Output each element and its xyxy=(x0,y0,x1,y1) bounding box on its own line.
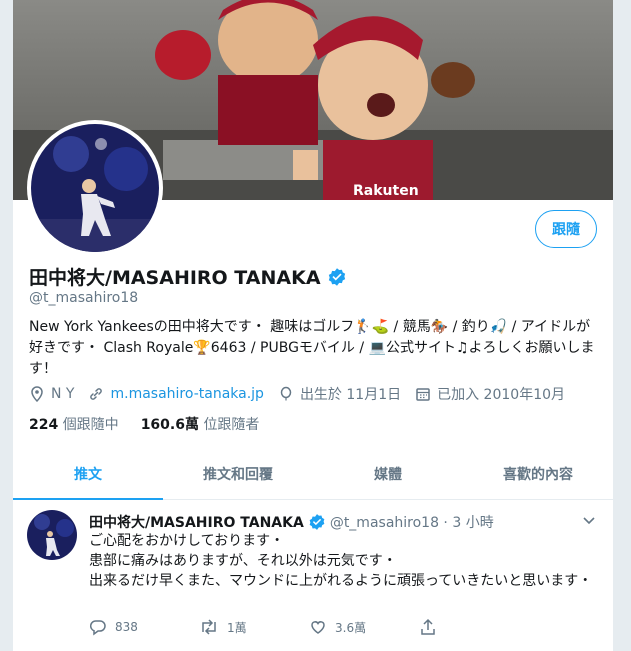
verified-badge-icon xyxy=(309,514,325,530)
retweet-button[interactable]: 1萬 xyxy=(199,618,309,636)
tweet-avatar[interactable] xyxy=(27,510,77,560)
tweet-text: ご心配をおかけしております・ 患部に痛みはありますが、それ以外は元気です・ 出来… xyxy=(89,531,599,591)
retweet-count: 1萬 xyxy=(227,620,247,635)
share-icon xyxy=(421,618,435,635)
followers-stat[interactable]: 160.6萬 位跟隨者 xyxy=(141,414,260,434)
tweet-actions: 838 1萬 3.6萬 xyxy=(89,618,529,636)
tweet-handle-time[interactable]: @t_masahiro18 · 3 小時 xyxy=(330,512,494,532)
profile-page: Rakuten 跟隨 田中将大/MASAHIRO TANAKA @t_masah… xyxy=(12,0,614,651)
tab-likes[interactable]: 喜歡的內容 xyxy=(463,449,613,499)
location-item: N Y xyxy=(29,386,74,402)
birthday-item: 出生於 11月1日 xyxy=(278,384,401,404)
reply-icon xyxy=(89,620,106,636)
like-button[interactable]: 3.6萬 xyxy=(309,618,419,636)
joined-text: 已加入 2010年10月 xyxy=(437,387,566,403)
calendar-icon xyxy=(416,388,430,401)
profile-display-name: 田中将大/MASAHIRO TANAKA xyxy=(29,267,321,289)
svg-text:Rakuten: Rakuten xyxy=(353,183,419,199)
balloon-icon xyxy=(280,386,292,401)
tweet-line: ご心配をおかけしております・ xyxy=(89,533,285,549)
profile-meta: N Y m.masahiro-tanaka.jp 出生於 11月1日 已加入 2… xyxy=(29,384,579,404)
tweet-line: 患部に痛みはありますが、それ以外は元気です・ xyxy=(89,553,397,569)
profile-bio: New York Yankeesの田中将大です・ 趣味はゴルフ🏌⛳ / 競馬🏇 … xyxy=(29,319,595,377)
profile-tabs: 推文 推文和回覆 媒體 喜歡的內容 xyxy=(13,449,613,500)
followers-label: 位跟隨者 xyxy=(203,417,260,433)
tweet[interactable]: 田中将大/MASAHIRO TANAKA @t_masahiro18 · 3 小… xyxy=(13,500,613,651)
follow-button[interactable]: 跟隨 xyxy=(535,210,597,248)
heart-icon xyxy=(311,621,325,634)
chevron-down-icon[interactable] xyxy=(581,512,597,528)
website-item[interactable]: m.masahiro-tanaka.jp xyxy=(88,386,264,402)
share-button[interactable] xyxy=(419,618,529,636)
followers-count: 160.6萬 xyxy=(140,417,199,433)
profile-name-row: 田中将大/MASAHIRO TANAKA xyxy=(29,263,347,290)
like-count: 3.6萬 xyxy=(335,620,367,635)
tweet-line: 出来るだけ早くまた、マウンドに上がれるように頑張っていきたいと思います・ xyxy=(89,573,593,589)
tweet-header: 田中将大/MASAHIRO TANAKA @t_masahiro18 · 3 小… xyxy=(89,512,494,532)
tab-tweets-replies[interactable]: 推文和回覆 xyxy=(163,449,313,499)
location-pin-icon xyxy=(31,386,43,402)
reply-button[interactable]: 838 xyxy=(89,618,199,636)
tab-media[interactable]: 媒體 xyxy=(313,449,463,499)
profile-handle: @t_masahiro18 xyxy=(29,290,139,306)
following-count: 224 xyxy=(29,417,59,433)
link-icon xyxy=(90,388,103,400)
profile-avatar[interactable] xyxy=(27,120,163,256)
following-stat[interactable]: 224 個跟隨中 xyxy=(29,414,119,434)
profile-stats: 224 個跟隨中 160.6萬 位跟隨者 xyxy=(29,414,281,434)
following-label: 個跟隨中 xyxy=(62,417,119,433)
reply-count: 838 xyxy=(115,620,138,634)
joined-item: 已加入 2010年10月 xyxy=(415,384,565,404)
location-text: N Y xyxy=(51,386,75,402)
birthday-text: 出生於 11月1日 xyxy=(299,387,402,403)
tab-tweets[interactable]: 推文 xyxy=(13,449,163,500)
retweet-icon xyxy=(202,619,216,635)
tweet-author-name[interactable]: 田中将大/MASAHIRO TANAKA xyxy=(89,512,304,532)
verified-badge-icon xyxy=(328,267,345,286)
website-link[interactable]: m.masahiro-tanaka.jp xyxy=(110,386,263,402)
